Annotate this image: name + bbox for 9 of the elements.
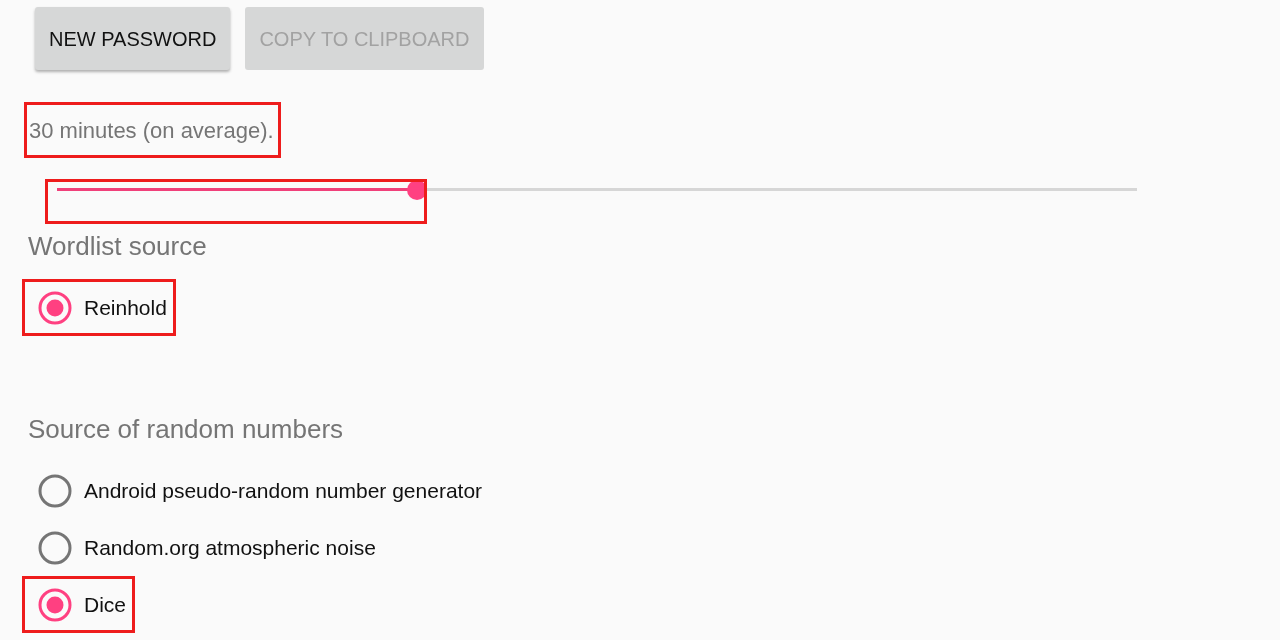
radio-option[interactable]: Reinhold: [38, 290, 167, 325]
section-heading: Wordlist source: [28, 230, 208, 263]
strength-estimate: 30 minutes (on average).: [28, 116, 274, 145]
radio-option[interactable]: Dice: [38, 587, 126, 622]
radio-option[interactable]: Random.org atmospheric noise: [38, 530, 376, 565]
radio-option[interactable]: Android pseudo-random number generator: [38, 473, 483, 508]
section-heading: Source of random numbers: [28, 413, 345, 446]
action-button[interactable]: NEW PASSWORD: [35, 7, 231, 70]
strength-slider[interactable]: [57, 180, 1137, 200]
